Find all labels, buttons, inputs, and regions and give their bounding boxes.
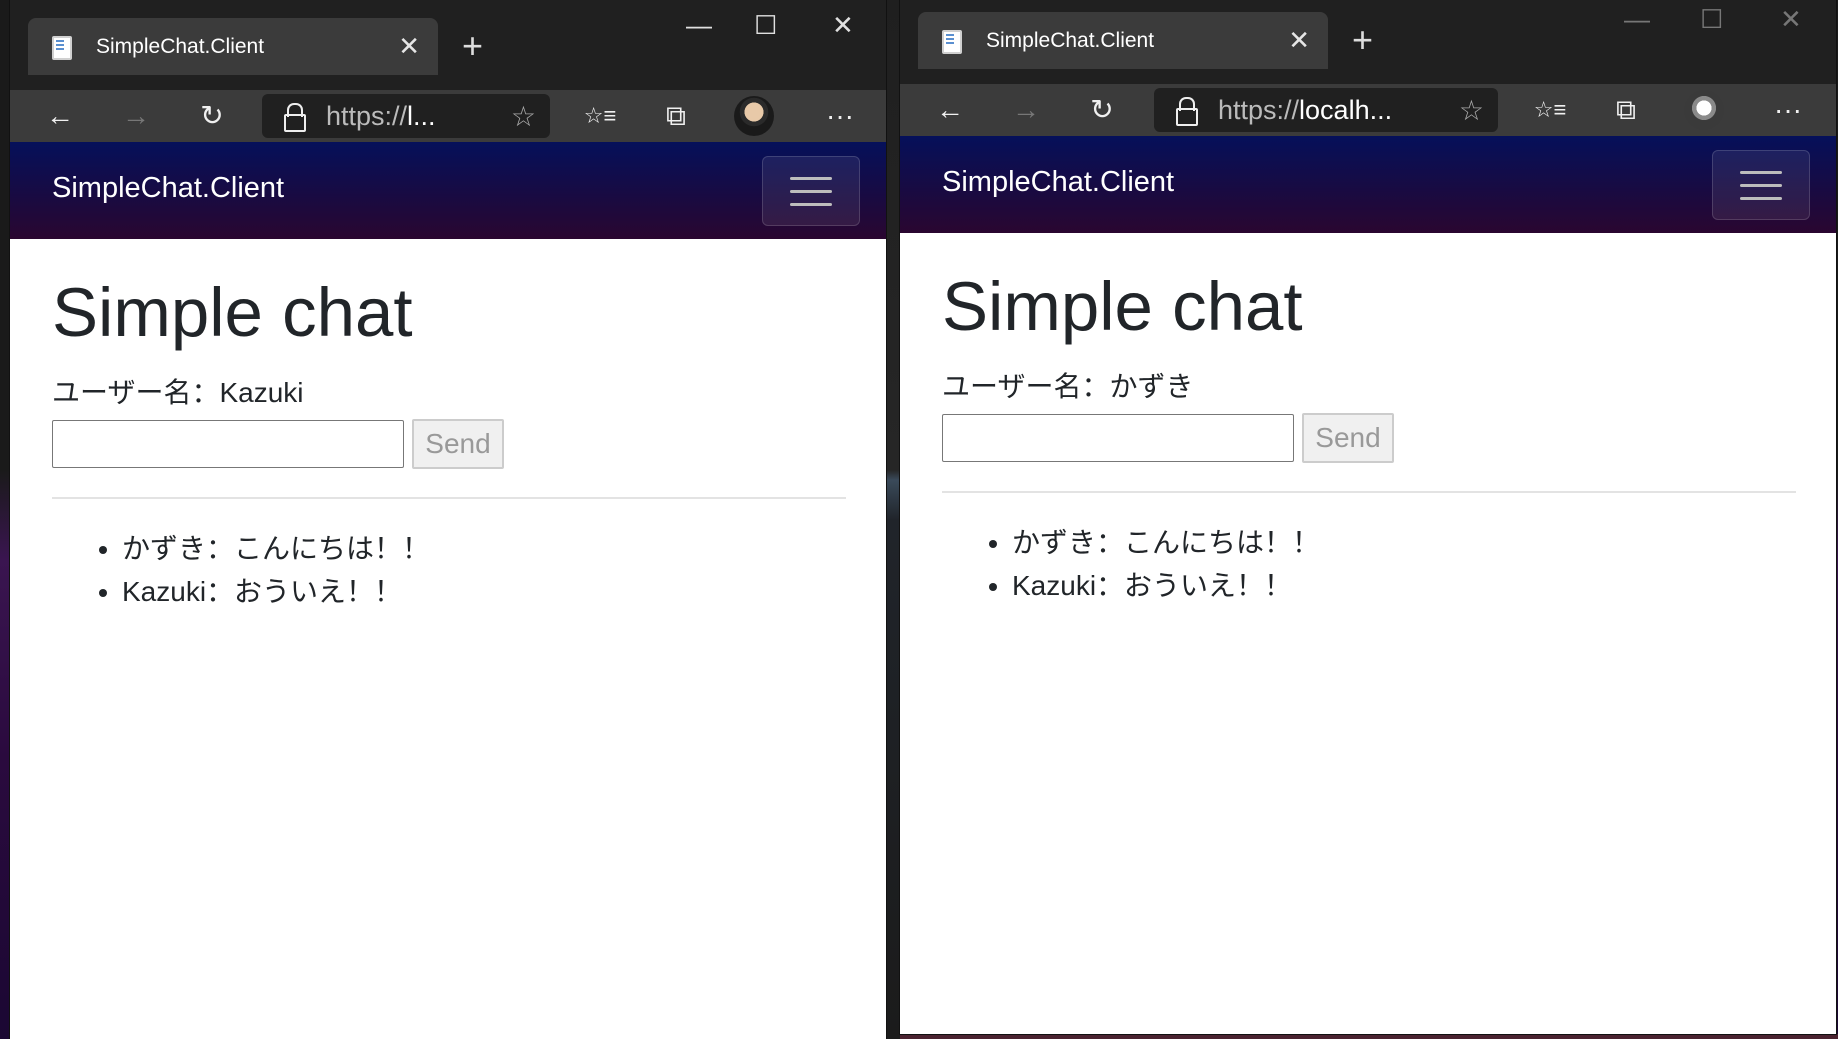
refresh-button[interactable]: ↻ [1082,92,1122,128]
new-tab-button[interactable]: + [462,28,483,64]
browser-window-right: SimpleChat.Client ✕ + — ☐ ✕ ← → ↻ https:… [900,0,1836,1034]
tab-close-icon[interactable]: ✕ [1288,25,1310,56]
tab-title: SimpleChat.Client [96,34,265,58]
app-brand[interactable]: SimpleChat.Client [52,172,284,205]
refresh-button[interactable]: ↻ [192,98,232,134]
username-label: ユーザー名：かずき [942,370,1194,402]
profile-avatar[interactable] [734,96,774,136]
collections-icon[interactable]: ⧉ [656,98,696,134]
lock-icon [1176,97,1198,126]
title-bar: SimpleChat.Client ✕ + — ☐ ✕ [900,0,1836,84]
divider [52,496,846,499]
favorite-star-icon[interactable]: ☆ [511,100,536,133]
hamburger-icon [790,177,832,180]
main-content: Simple chat ユーザー名：かずき Send かずき：こんにちは！！ K… [942,233,1796,607]
browser-tab[interactable]: SimpleChat.Client ✕ [918,12,1328,69]
back-button[interactable]: ← [40,98,80,134]
collections-icon[interactable]: ⧉ [1606,92,1646,128]
desktop-background-strip [885,0,900,1039]
more-menu-button[interactable]: ··· [1768,92,1808,128]
app-navbar: SimpleChat.Client [10,142,886,239]
minimize-button[interactable]: — [686,10,712,41]
send-button[interactable]: Send [1302,412,1394,463]
forward-button[interactable]: → [1006,92,1046,128]
url-text: https://localh... [1218,94,1393,125]
forward-button[interactable]: → [116,98,156,134]
maximize-button[interactable]: ☐ [1700,4,1723,35]
browser-tab[interactable]: SimpleChat.Client ✕ [28,18,438,75]
profile-avatar[interactable] [1684,90,1724,130]
address-bar[interactable]: https://l... ☆ [262,94,550,138]
list-item: かずき：こんにちは！！ [122,527,846,570]
message-input[interactable] [52,419,404,468]
maximize-button[interactable]: ☐ [754,10,777,41]
message-list: かずき：こんにちは！！ Kazuki：おういえ！！ [942,521,1796,607]
tab-close-icon[interactable]: ✕ [398,31,420,62]
browser-toolbar: ← → ↻ https://l... ☆ ☆≡ ⧉ ··· [10,90,886,143]
url-text: https://l... [326,100,436,131]
favorites-icon[interactable]: ☆≡ [580,98,620,134]
address-bar[interactable]: https://localh... ☆ [1154,88,1498,132]
back-button[interactable]: ← [930,92,970,128]
send-button[interactable]: Send [412,418,504,469]
hamburger-icon [1740,171,1782,174]
message-input[interactable] [942,413,1294,462]
close-window-button[interactable]: ✕ [832,10,854,41]
favorites-icon[interactable]: ☆≡ [1530,92,1570,128]
list-item: Kazuki：おういえ！！ [122,570,846,613]
page-icon [50,34,74,60]
message-list: かずき：こんにちは！！ Kazuki：おういえ！！ [52,527,846,613]
close-window-button[interactable]: ✕ [1780,4,1802,35]
browser-window-left: SimpleChat.Client ✕ + — ☐ ✕ ← → ↻ https:… [10,0,886,1039]
new-tab-button[interactable]: + [1352,22,1373,58]
main-content: Simple chat ユーザー名：Kazuki Send かずき：こんにちは！… [52,239,846,613]
message-form: Send [942,412,1796,463]
minimize-button[interactable]: — [1624,4,1650,35]
nav-toggle-button[interactable] [762,156,860,226]
nav-toggle-button[interactable] [1712,150,1810,220]
page-title: Simple chat [942,268,1303,345]
username-label: ユーザー名：Kazuki [52,376,304,408]
list-item: Kazuki：おういえ！！ [1012,564,1796,607]
title-bar: SimpleChat.Client ✕ + — ☐ ✕ [10,0,886,90]
favorite-star-icon[interactable]: ☆ [1459,94,1484,127]
more-menu-button[interactable]: ··· [820,98,860,134]
list-item: かずき：こんにちは！！ [1012,521,1796,564]
lock-icon [284,103,306,132]
browser-toolbar: ← → ↻ https://localh... ☆ ☆≡ ⧉ ··· [900,84,1836,137]
app-navbar: SimpleChat.Client [900,136,1836,233]
page-title: Simple chat [52,274,413,351]
message-form: Send [52,418,846,469]
tab-title: SimpleChat.Client [986,28,1155,52]
app-brand[interactable]: SimpleChat.Client [942,166,1174,199]
divider [942,490,1796,493]
page-icon [940,28,964,54]
desktop-background-bottom [900,1034,1838,1039]
